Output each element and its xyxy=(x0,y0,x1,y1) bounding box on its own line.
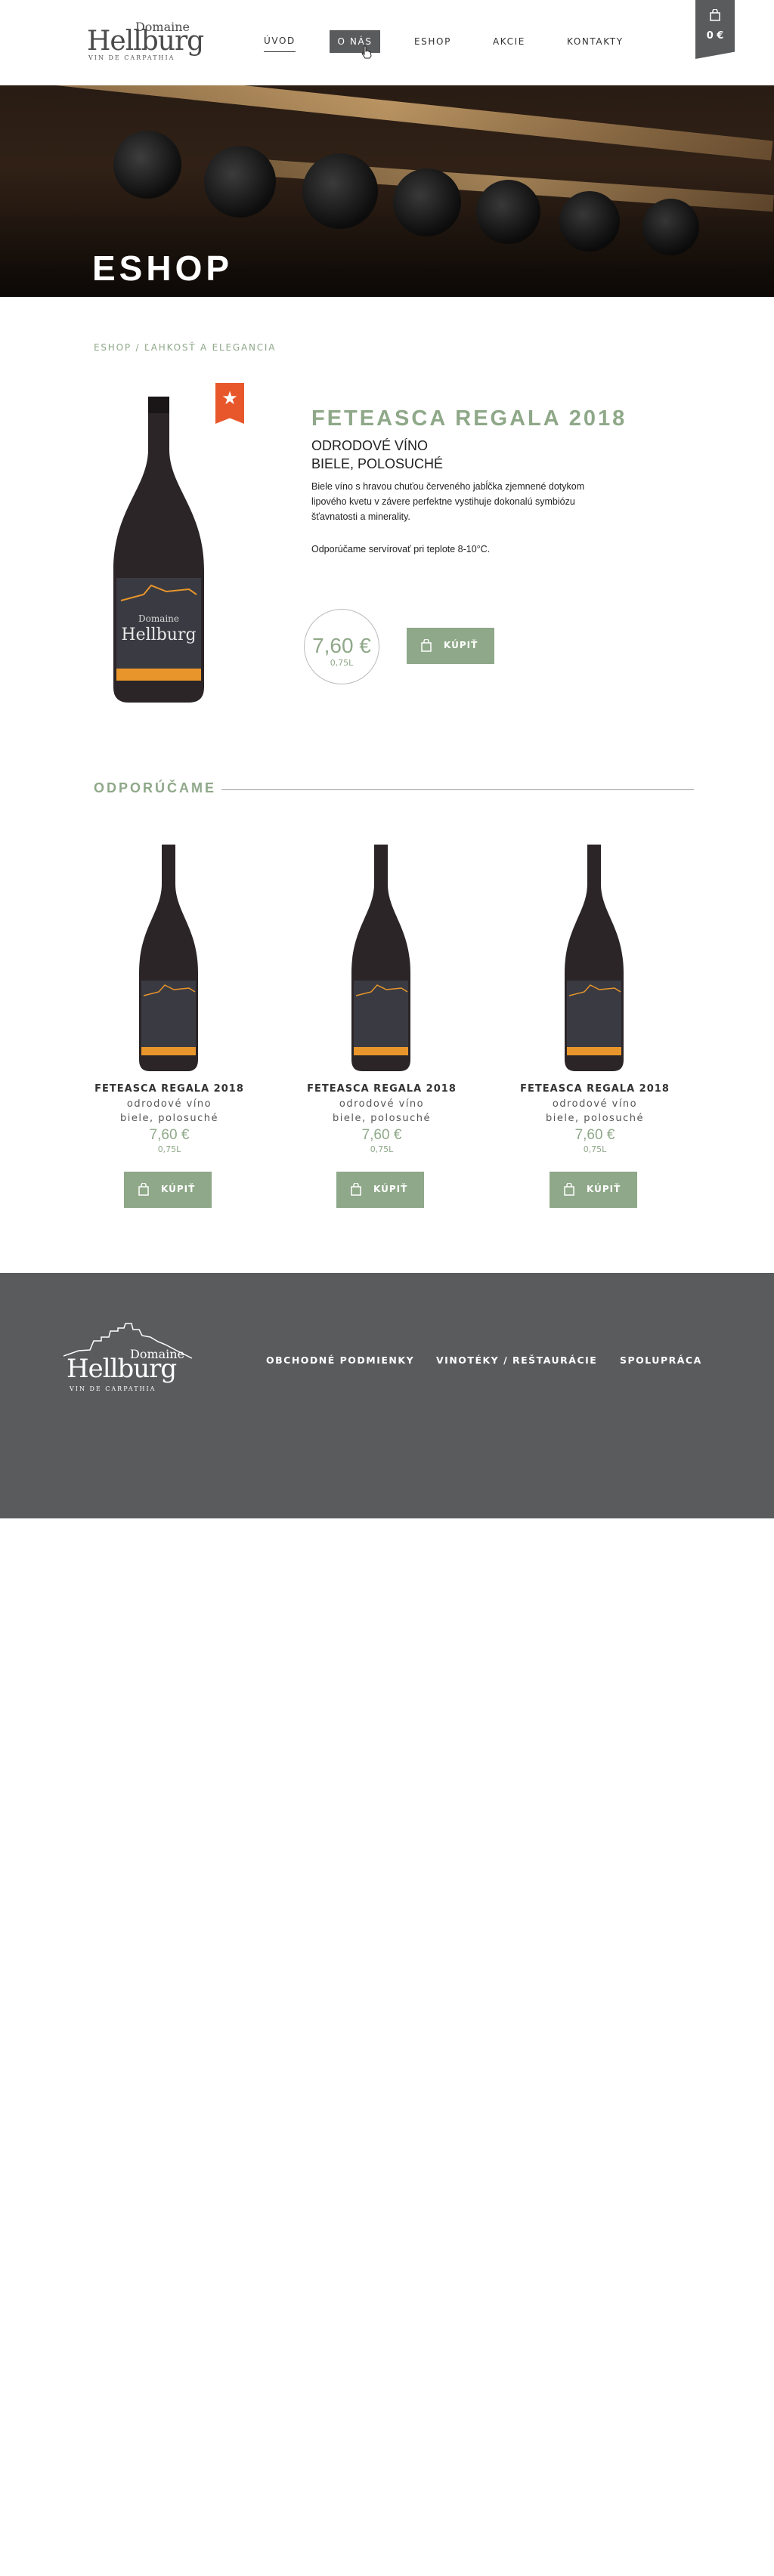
buy-button[interactable]: KÚPIŤ xyxy=(407,628,494,664)
hand-cursor-icon xyxy=(361,45,372,59)
nav-item-kontakty[interactable]: KONTAKTY xyxy=(567,30,624,53)
product-card-price: 7,60 € xyxy=(361,1127,402,1143)
logo-line-2: Hellburg xyxy=(87,26,204,57)
product-card-color: biele, polosuché xyxy=(333,1113,431,1124)
product-card-bottle-image xyxy=(351,845,410,1071)
product-card-type: odrodové víno xyxy=(339,1098,425,1110)
shopping-bag-icon xyxy=(351,1183,361,1196)
buy-button[interactable]: KÚPIŤ xyxy=(550,1172,637,1208)
buy-button-label: KÚPIŤ xyxy=(587,1184,621,1194)
product-card[interactable]: FETEASCA REGALA 2018 odrodové víno biele, … xyxy=(299,839,465,1216)
breadcrumb[interactable]: ESHOP / ĽAHKOSŤ A ELEGANCIA xyxy=(94,342,276,353)
site-footer: Domaine Hellburg VIN DE CARPATHIA OBCHOD… xyxy=(0,1273,774,1518)
product-card[interactable]: FETEASCA REGALA 2018 odrodové víno biele, … xyxy=(86,839,252,1216)
logo-line-3: VIN DE CARPATHIA xyxy=(88,54,175,61)
nav-item-uvod[interactable]: ÚVOD xyxy=(264,30,296,52)
product-card-bottle-image xyxy=(565,845,624,1071)
product-description: Biele víno s hravou chuťou červeného jab… xyxy=(311,481,585,522)
product-card-type: odrodové víno xyxy=(552,1098,638,1110)
product-card-name[interactable]: FETEASCA REGALA 2018 xyxy=(86,1083,252,1095)
product-volume: 0,75L xyxy=(330,658,354,668)
footer-link-wine-shops[interactable]: VINOTÉKY / REŠTAURÁCIE xyxy=(436,1354,597,1366)
footer-logo-line-3: VIN DE CARPATHIA xyxy=(70,1385,156,1392)
logo[interactable]: Domaine Hellburg VIN DE CARPATHIA xyxy=(87,20,204,61)
product-card[interactable]: FETEASCA REGALA 2018 odrodové víno biele, … xyxy=(512,839,678,1216)
buy-button-label: KÚPIŤ xyxy=(161,1184,196,1194)
product-card-color: biele, polosuché xyxy=(546,1113,644,1124)
footer-logo-line-2: Hellburg xyxy=(67,1354,177,1384)
nav-item-akcie[interactable]: AKCIE xyxy=(493,30,525,53)
footer-link-cooperation[interactable]: SPOLUPRÁCA xyxy=(620,1354,702,1366)
hero-banner: ESHOP xyxy=(0,85,774,297)
price-circle: 7,60 € 0,75L xyxy=(304,609,379,684)
buy-button[interactable]: KÚPIŤ xyxy=(336,1172,424,1208)
product-card-color: biele, polosuché xyxy=(120,1113,218,1124)
buy-button-label: KÚPIŤ xyxy=(373,1184,408,1194)
shopping-bag-icon xyxy=(564,1183,574,1196)
cart-button[interactable]: 0 € xyxy=(695,0,735,59)
product-bottle-image: Domaine Hellburg xyxy=(113,397,204,703)
buy-button[interactable]: KÚPIŤ xyxy=(124,1172,212,1208)
product-card-name[interactable]: FETEASCA REGALA 2018 xyxy=(512,1083,678,1095)
product-serving-note: Odporúčame servírovať pri teplote 8-10°C… xyxy=(311,544,491,554)
product-card-price: 7,60 € xyxy=(149,1127,190,1143)
product-subtitle-2: BIELE, POLOSUCHÉ xyxy=(311,456,444,471)
product-card-volume: 0,75L xyxy=(583,1144,607,1154)
product-title: FETEASCA REGALA 2018 xyxy=(311,406,627,431)
product-subtitle-1: ODRODOVÉ VÍNO xyxy=(311,438,429,453)
divider xyxy=(221,789,694,790)
site-header: Domaine Hellburg VIN DE CARPATHIA ÚVOD O… xyxy=(0,0,774,85)
product-card-volume: 0,75L xyxy=(157,1144,181,1154)
nav-item-o-nas[interactable]: O NÁS xyxy=(330,30,380,53)
footer-logo[interactable]: Domaine Hellburg VIN DE CARPATHIA xyxy=(63,1314,200,1398)
shopping-bag-icon xyxy=(421,639,432,652)
shopping-bag-icon xyxy=(138,1183,149,1196)
recommended-title: ODPORÚČAME xyxy=(94,780,217,795)
product-card-price: 7,60 € xyxy=(574,1127,615,1143)
hero-title: ESHOP xyxy=(92,249,234,288)
product-card-type: odrodové víno xyxy=(126,1098,212,1110)
featured-badge: ★ xyxy=(215,383,244,424)
bottle-label-line-1: Domaine xyxy=(138,613,179,624)
shopping-bag-icon xyxy=(710,9,720,21)
bottle-label-line-2: Hellburg xyxy=(121,625,196,644)
nav-item-eshop[interactable]: ESHOP xyxy=(414,30,451,53)
product-card-name[interactable]: FETEASCA REGALA 2018 xyxy=(299,1083,465,1095)
footer-link-terms[interactable]: OBCHODNÉ PODMIENKY xyxy=(266,1354,414,1366)
cart-total: 0 € xyxy=(706,30,724,42)
product-card-bottle-image xyxy=(139,845,198,1071)
star-icon: ★ xyxy=(221,388,238,409)
product-price: 7,60 € xyxy=(312,634,371,657)
product-card-volume: 0,75L xyxy=(370,1144,394,1154)
buy-button-label: KÚPIŤ xyxy=(444,640,478,650)
